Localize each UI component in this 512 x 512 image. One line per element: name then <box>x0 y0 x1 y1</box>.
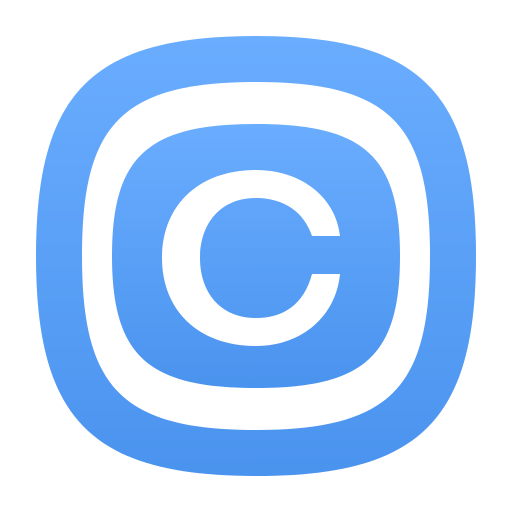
inner-squircle <box>112 124 400 388</box>
app-icon-canvas <box>0 0 512 512</box>
copyright-app-icon[interactable] <box>0 0 512 512</box>
